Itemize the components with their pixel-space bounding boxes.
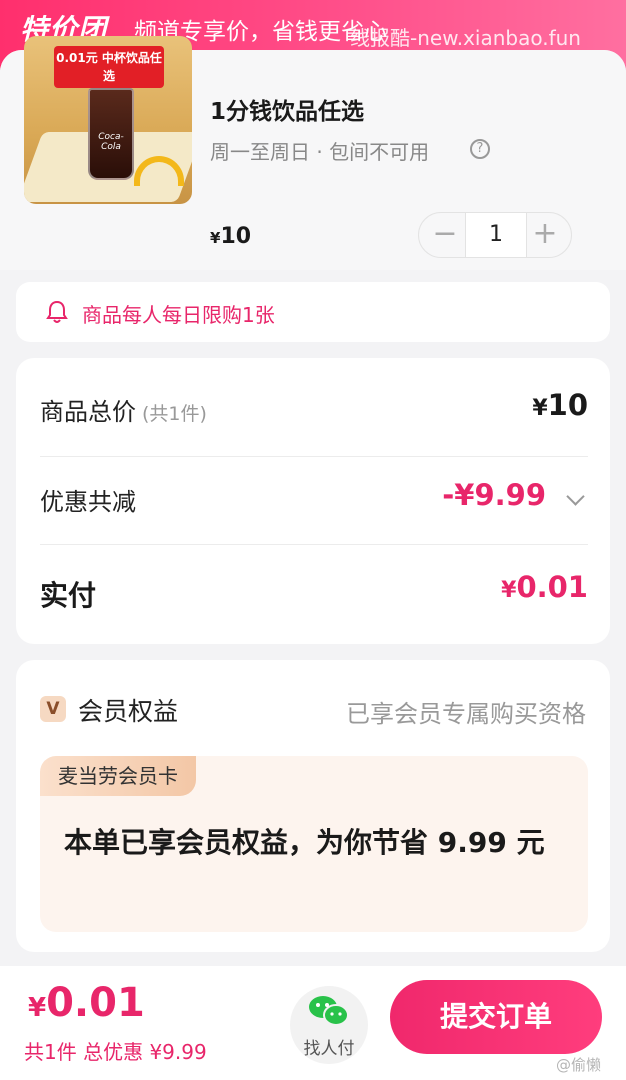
discount-value: -¥9.99 bbox=[442, 478, 546, 512]
total-value: ¥10 bbox=[532, 388, 588, 422]
friend-pay-label: 找人付 bbox=[303, 1039, 355, 1059]
divider bbox=[40, 544, 588, 545]
notice-text: 商品每人每日限购1张 bbox=[82, 303, 275, 327]
quantity-stepper: − 1 + bbox=[418, 212, 572, 258]
pay-label: 实付 bbox=[40, 579, 97, 612]
bell-icon bbox=[46, 300, 68, 323]
product-image[interactable]: Coca-Cola 0.01元 中杯饮品任选 bbox=[24, 36, 192, 204]
product-subtitle: 周一至周日 · 包间不可用 bbox=[210, 140, 430, 164]
currency-symbol: ¥ bbox=[210, 229, 221, 247]
member-status: 已享会员专属购买资格 bbox=[346, 700, 586, 728]
pay-value: ¥0.01 bbox=[501, 570, 588, 604]
chevron-down-icon[interactable] bbox=[566, 487, 585, 506]
vip-badge-icon: V bbox=[40, 696, 66, 722]
price-summary-card: 商品总价 (共1件) ¥10 优惠共减 -¥9.99 实付 ¥0.01 bbox=[16, 358, 610, 644]
image-promo-banner: 0.01元 中杯饮品任选 bbox=[54, 46, 164, 88]
increase-button[interactable]: + bbox=[523, 213, 567, 257]
discount-row[interactable]: 优惠共减 -¥9.99 bbox=[40, 476, 588, 536]
total-label: 商品总价 (共1件) bbox=[40, 398, 207, 426]
member-card-tag: 麦当劳会员卡 bbox=[40, 756, 196, 796]
friend-pay-button[interactable]: 找人付 bbox=[290, 986, 368, 1064]
watermark-text: 线报酷-new.xianbao.fun bbox=[350, 26, 581, 50]
checkout-bar: ¥0.01 共1件 总优惠 ¥9.99 找人付 提交订单 bbox=[0, 966, 626, 1080]
product-title: 1分钱饮品任选 bbox=[210, 99, 365, 125]
product-price: ¥10 bbox=[210, 224, 251, 249]
checkout-summary: 共1件 总优惠 ¥9.99 bbox=[24, 1040, 207, 1064]
discount-label: 优惠共减 bbox=[40, 488, 136, 516]
total-price-row: 商品总价 (共1件) ¥10 bbox=[40, 386, 588, 446]
member-title: 会员权益 bbox=[78, 697, 179, 726]
divider bbox=[40, 456, 588, 457]
member-savings-box: 麦当劳会员卡 本单已享会员权益，为你节省 9.99 元 bbox=[40, 756, 588, 932]
purchase-limit-notice: 商品每人每日限购1张 bbox=[16, 282, 610, 342]
help-icon[interactable]: ? bbox=[470, 139, 490, 159]
member-benefits-card: V 会员权益 已享会员专属购买资格 麦当劳会员卡 本单已享会员权益，为你节省 9… bbox=[16, 660, 610, 952]
submit-order-button[interactable]: 提交订单 bbox=[390, 980, 602, 1054]
quantity-input[interactable]: 1 bbox=[465, 213, 527, 257]
checkout-total: ¥0.01 bbox=[28, 980, 145, 1026]
member-savings-text: 本单已享会员权益，为你节省 9.99 元 bbox=[64, 826, 545, 859]
actual-pay-row: 实付 ¥0.01 bbox=[40, 568, 588, 628]
item-count: (共1件) bbox=[142, 403, 207, 425]
cola-label: Coca-Cola bbox=[98, 132, 124, 152]
price-value: 10 bbox=[220, 224, 252, 249]
wechat-icon bbox=[309, 996, 349, 1026]
decrease-button[interactable]: − bbox=[423, 213, 467, 257]
weibo-watermark: @偷懒 bbox=[556, 1056, 602, 1074]
